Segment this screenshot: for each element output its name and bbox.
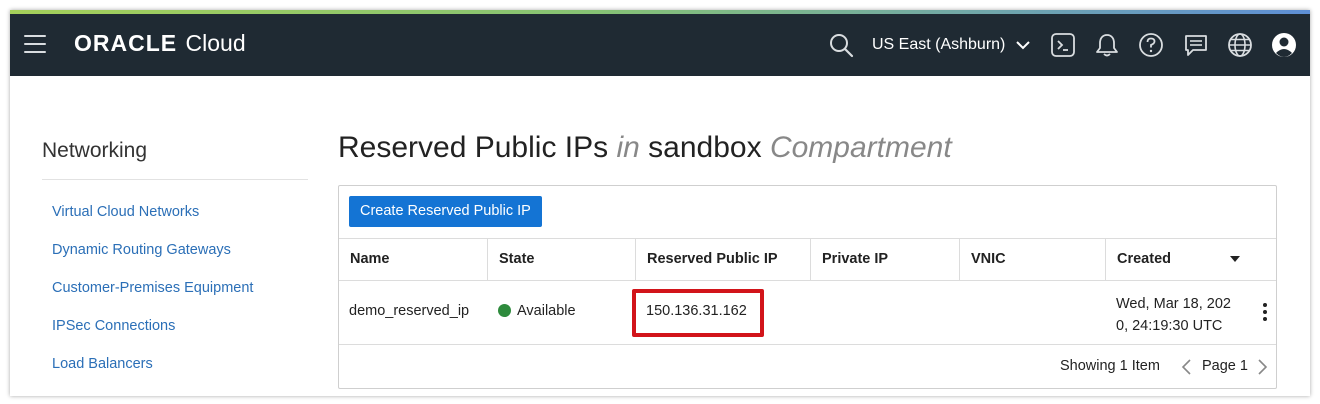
browser-frame: ORACLE Cloud US East (Ashburn) Networkin… xyxy=(10,10,1310,396)
bell-icon[interactable] xyxy=(1094,32,1120,58)
item-count: Showing 1 Item xyxy=(1060,358,1160,374)
compartment-word: Compartment xyxy=(769,131,952,164)
brand-oracle: ORACLE xyxy=(74,30,178,56)
table-row[interactable]: demo_reserved_ip Available 150.136.31.16… xyxy=(339,281,1276,345)
column-header-vnic[interactable]: VNIC xyxy=(959,239,1105,280)
row-actions-menu-icon[interactable] xyxy=(1262,303,1268,323)
page-title: Reserved Public IPs in sandbox Compartme… xyxy=(338,131,952,165)
next-page-icon[interactable] xyxy=(1255,358,1269,376)
help-icon[interactable] xyxy=(1138,32,1164,58)
user-icon[interactable] xyxy=(1271,32,1297,58)
column-header-name[interactable]: Name xyxy=(339,239,487,280)
cell-reserved-public-ip[interactable]: 150.136.31.162 xyxy=(646,303,747,319)
menu-icon[interactable] xyxy=(24,35,46,53)
region-selector[interactable]: US East (Ashburn) xyxy=(872,36,1030,54)
table-header: Name State Reserved Public IP Private IP… xyxy=(339,238,1276,281)
column-header-state[interactable]: State xyxy=(487,239,635,280)
top-navigation-bar: ORACLE Cloud US East (Ashburn) xyxy=(10,14,1310,76)
page-title-in: in xyxy=(616,131,640,164)
region-label: US East (Ashburn) xyxy=(872,36,1006,53)
terminal-icon[interactable] xyxy=(1050,32,1076,58)
sidebar-item-dynamic-routing-gateways[interactable]: Dynamic Routing Gateways xyxy=(52,242,231,258)
compartment-name: sandbox xyxy=(648,131,762,164)
reserved-ips-table-card: Create Reserved Public IP Name State Res… xyxy=(338,185,1277,389)
previous-page-icon[interactable] xyxy=(1180,358,1194,376)
sort-descending-icon[interactable] xyxy=(1230,256,1240,262)
sidebar-item-virtual-cloud-networks[interactable]: Virtual Cloud Networks xyxy=(52,204,199,220)
page-title-main: Reserved Public IPs xyxy=(338,131,609,164)
sidebar-item-load-balancers[interactable]: Load Balancers xyxy=(52,356,153,372)
globe-icon[interactable] xyxy=(1227,32,1253,58)
column-header-created[interactable]: Created xyxy=(1105,239,1276,280)
cell-state: Available xyxy=(498,303,576,319)
sidebar-divider xyxy=(42,179,308,180)
chevron-down-icon xyxy=(1016,41,1030,50)
sidebar-item-customer-premises-equipment[interactable]: Customer-Premises Equipment xyxy=(52,280,253,296)
column-header-reserved-public-ip[interactable]: Reserved Public IP xyxy=(635,239,810,280)
brand-cloud: Cloud xyxy=(185,30,246,56)
cell-created: Wed, Mar 18, 2020, 24:19:30 UTC xyxy=(1116,296,1231,334)
column-header-private-ip[interactable]: Private IP xyxy=(810,239,959,280)
status-available-icon xyxy=(498,304,511,317)
create-reserved-public-ip-button[interactable]: Create Reserved Public IP xyxy=(349,196,542,227)
cell-state-label: Available xyxy=(517,303,576,319)
page-indicator: Page 1 xyxy=(1202,358,1248,374)
sidebar-title: Networking xyxy=(42,139,148,162)
sidebar-item-ipsec-connections[interactable]: IPSec Connections xyxy=(52,318,175,334)
cell-name[interactable]: demo_reserved_ip xyxy=(349,303,469,319)
search-icon[interactable] xyxy=(828,32,854,58)
chat-icon[interactable] xyxy=(1183,32,1209,58)
oracle-cloud-logo[interactable]: ORACLE Cloud xyxy=(74,30,246,57)
column-header-created-label: Created xyxy=(1117,251,1171,267)
